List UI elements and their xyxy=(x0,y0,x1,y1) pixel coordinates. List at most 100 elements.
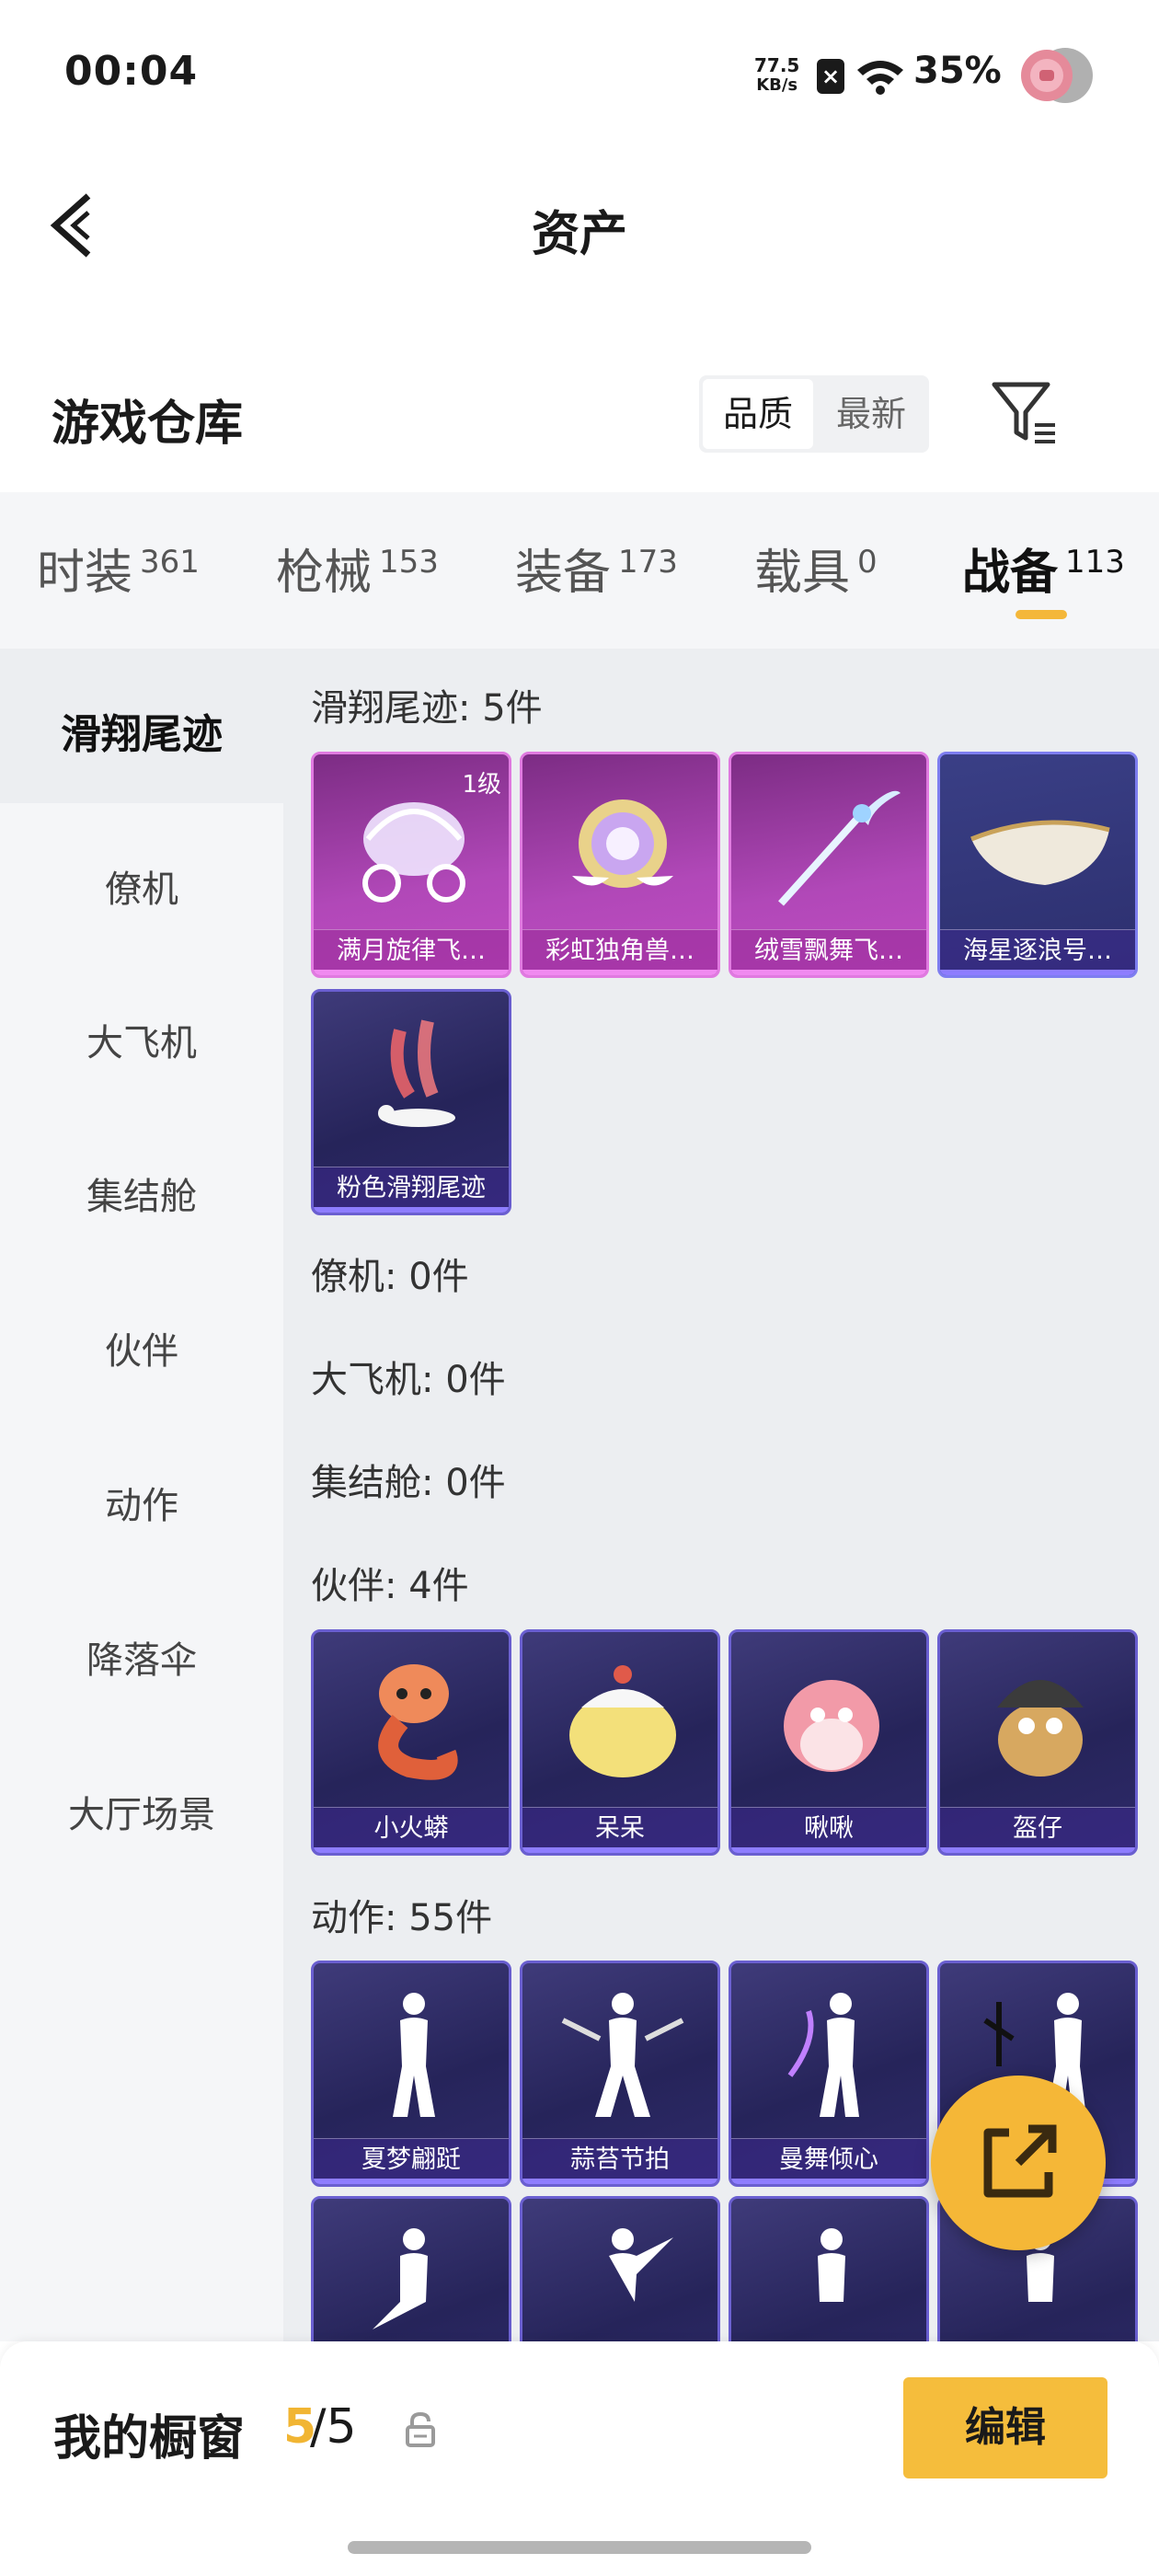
rarity-bar xyxy=(731,2179,926,2184)
carriage-icon xyxy=(362,802,465,903)
item-name: 曼舞倾心 xyxy=(731,2138,926,2184)
item-card[interactable]: 粉色滑翔尾迹 xyxy=(311,989,511,1215)
item-card[interactable] xyxy=(520,2196,720,2341)
unicorn-ornament-icon xyxy=(572,799,673,888)
sidebar-item-pod[interactable]: 集结舱 xyxy=(0,1167,283,1220)
chick-icon xyxy=(569,1665,676,1777)
tab-equipment[interactable]: 装备 173 xyxy=(515,534,678,603)
sort-quality-option[interactable]: 品质 xyxy=(703,379,813,449)
warehouse-title: 游戏仓库 xyxy=(52,397,244,452)
wifi-icon xyxy=(857,61,903,95)
snow-wand-icon xyxy=(778,790,901,906)
rarity-bar xyxy=(522,1847,717,1853)
tab-label: 载具 xyxy=(754,546,851,601)
item-name: 满月旋律飞… xyxy=(314,929,509,975)
rarity-bar xyxy=(314,1207,509,1213)
item-card[interactable]: 夏梦翩跹 xyxy=(311,1961,511,2187)
item-card[interactable]: 盔仔 xyxy=(937,1629,1138,1856)
tab-count: 0 xyxy=(857,544,878,581)
section-title-partner: 伙伴: 4件 xyxy=(311,1565,469,1607)
sidebar-item-glide-trail[interactable]: 滑翔尾迹 xyxy=(0,701,283,760)
dancer-icon xyxy=(393,1993,435,2117)
helmet-chick-icon xyxy=(997,1680,1084,1777)
share-icon xyxy=(983,2124,1057,2198)
tab-battle-gear[interactable]: 战备 113 xyxy=(962,534,1125,603)
status-time: 00:04 xyxy=(64,48,199,95)
sidebar-item-partner[interactable]: 伙伴 xyxy=(0,1321,283,1374)
item-name: 夏梦翩跹 xyxy=(314,2138,509,2184)
item-card[interactable]: 呆呆 xyxy=(520,1629,720,1856)
boat-icon xyxy=(970,820,1110,885)
rarity-bar xyxy=(940,970,1135,975)
tab-fashion[interactable]: 时装 361 xyxy=(37,534,200,603)
item-card[interactable]: 啾啾 xyxy=(729,1629,929,1856)
sidebar-item-lobby-scene[interactable]: 大厅场景 xyxy=(0,1785,283,1838)
item-name: 盔仔 xyxy=(940,1807,1135,1853)
dancer-icon xyxy=(787,1993,859,2117)
dancer-icon xyxy=(609,2228,673,2302)
no-sim-icon: × xyxy=(817,59,844,94)
item-name: 啾啾 xyxy=(731,1807,926,1853)
rarity-bar xyxy=(522,2179,717,2184)
rarity-bar xyxy=(731,970,926,975)
share-button[interactable] xyxy=(931,2076,1106,2250)
item-card[interactable] xyxy=(729,2196,929,2341)
item-name: 蒜苔节拍 xyxy=(522,2138,717,2184)
item-card[interactable]: 绒雪飘舞飞… xyxy=(729,752,929,978)
pink-trail-icon xyxy=(378,1019,455,1127)
item-name: 粉色滑翔尾迹 xyxy=(314,1167,509,1213)
item-name: 呆呆 xyxy=(522,1807,717,1853)
showcase-total-count: /5 xyxy=(310,2399,357,2455)
item-card[interactable]: 1级 满月旋律飞… xyxy=(311,752,511,978)
rarity-bar xyxy=(940,1847,1135,1853)
item-card[interactable]: 海星逐浪号… xyxy=(937,752,1138,978)
network-speed: 77.5 KB/s xyxy=(754,55,799,96)
tab-label: 装备 xyxy=(515,546,612,601)
section-title-glide: 滑翔尾迹: 5件 xyxy=(311,687,543,730)
dancer-icon xyxy=(373,2228,428,2329)
rarity-bar xyxy=(314,2179,509,2184)
sidebar-item-parachute[interactable]: 降落伞 xyxy=(0,1630,283,1684)
edit-button[interactable]: 编辑 xyxy=(903,2377,1107,2478)
home-indicator[interactable] xyxy=(348,2541,811,2554)
item-card[interactable]: 曼舞倾心 xyxy=(729,1961,929,2187)
item-card[interactable] xyxy=(311,2196,511,2341)
item-name: 彩虹独角兽… xyxy=(522,929,717,975)
item-card[interactable]: 彩虹独角兽… xyxy=(520,752,720,978)
section-title-wingman: 僚机: 0件 xyxy=(311,1256,469,1298)
tab-label: 时装 xyxy=(37,546,133,601)
filter-icon[interactable] xyxy=(989,377,1062,451)
section-title-pod: 集结舱: 0件 xyxy=(311,1462,506,1504)
page-title: 资产 xyxy=(531,207,627,262)
rarity-bar xyxy=(314,970,509,975)
dancer-icon xyxy=(561,1993,684,2117)
app-avatar-icon xyxy=(1021,48,1093,103)
fire-snake-icon xyxy=(378,1664,458,1780)
item-card[interactable]: 蒜苔节拍 xyxy=(520,1961,720,2187)
tab-count: 173 xyxy=(618,544,678,581)
section-title-plane: 大飞机: 0件 xyxy=(311,1359,506,1401)
tab-guns[interactable]: 枪械 153 xyxy=(276,534,439,603)
tab-vehicles[interactable]: 载具 0 xyxy=(754,534,878,603)
battery-level: 35% xyxy=(913,50,1002,92)
sidebar-item-plane[interactable]: 大飞机 xyxy=(0,1013,283,1066)
pink-bird-icon xyxy=(784,1680,879,1772)
item-name: 绒雪飘舞飞… xyxy=(731,929,926,975)
net-speed-unit: KB/s xyxy=(756,75,798,95)
sort-latest-option[interactable]: 最新 xyxy=(817,379,925,449)
tab-label: 战备 xyxy=(962,546,1059,601)
showcase-label: 我的橱窗 xyxy=(53,2411,246,2467)
active-tab-indicator xyxy=(1016,610,1067,619)
rarity-bar xyxy=(731,1847,926,1853)
rarity-bar xyxy=(522,970,717,975)
sidebar-item-emote[interactable]: 动作 xyxy=(0,1476,283,1529)
lock-icon[interactable] xyxy=(405,2410,436,2447)
dancer-icon xyxy=(818,2228,845,2302)
rarity-bar xyxy=(314,1847,509,1853)
tab-count: 361 xyxy=(140,544,200,581)
item-name: 小火蟒 xyxy=(314,1807,509,1853)
sidebar-item-wingman[interactable]: 僚机 xyxy=(0,859,283,913)
item-card[interactable]: 小火蟒 xyxy=(311,1629,511,1856)
tab-count: 113 xyxy=(1065,544,1125,581)
net-speed-value: 77.5 xyxy=(754,54,800,76)
